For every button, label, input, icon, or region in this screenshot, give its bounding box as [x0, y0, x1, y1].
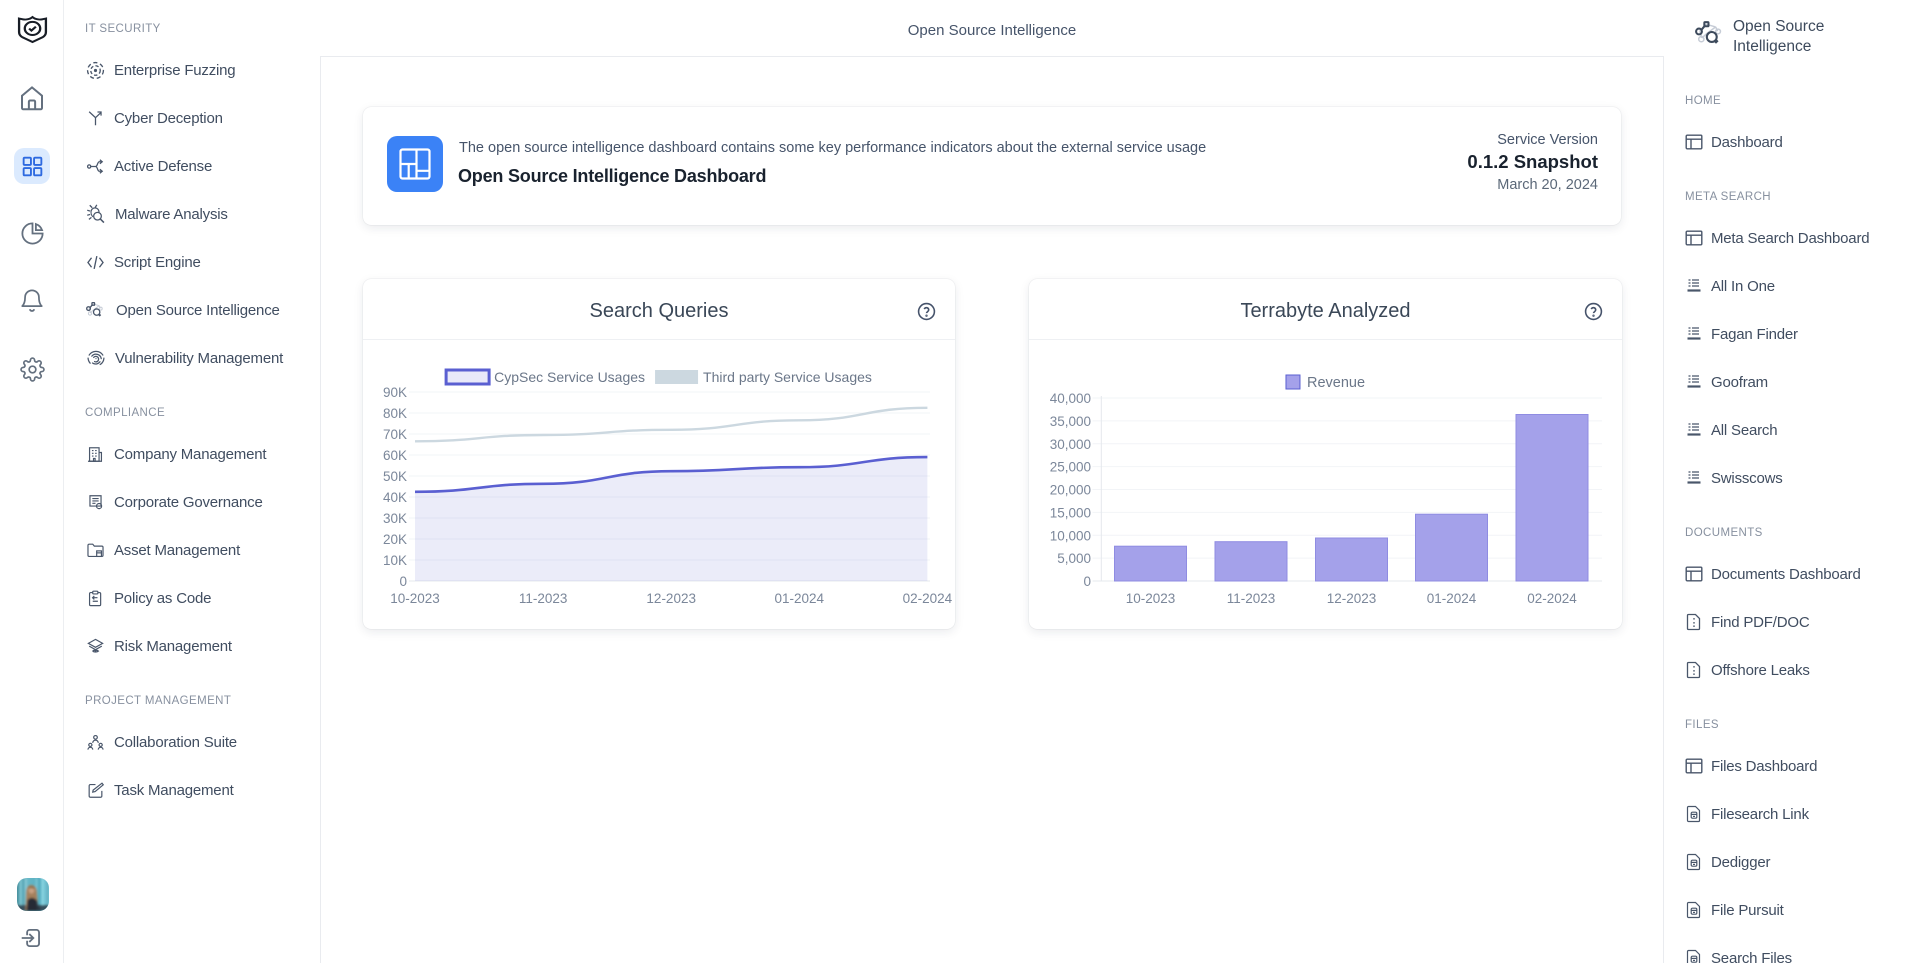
svg-text:20K: 20K — [383, 532, 407, 547]
svg-text:25,000: 25,000 — [1050, 460, 1091, 475]
svg-text:15,000: 15,000 — [1050, 505, 1091, 520]
svg-text:30,000: 30,000 — [1050, 437, 1091, 452]
svg-text:01-2024: 01-2024 — [1427, 591, 1477, 606]
svg-text:01-2024: 01-2024 — [775, 591, 825, 606]
svg-text:90K: 90K — [383, 385, 407, 400]
svg-text:11-2023: 11-2023 — [519, 591, 568, 606]
svg-text:70K: 70K — [383, 427, 407, 442]
svg-text:02-2024: 02-2024 — [903, 591, 953, 606]
svg-text:10K: 10K — [383, 553, 407, 568]
svg-text:40,000: 40,000 — [1050, 391, 1091, 406]
svg-text:11-2023: 11-2023 — [1227, 591, 1276, 606]
svg-text:10-2023: 10-2023 — [1126, 591, 1176, 606]
svg-text:Third party Service Usages: Third party Service Usages — [703, 369, 872, 385]
svg-text:0: 0 — [399, 574, 407, 589]
svg-text:Revenue: Revenue — [1307, 375, 1365, 391]
svg-text:30K: 30K — [383, 511, 407, 526]
svg-text:5,000: 5,000 — [1057, 551, 1091, 566]
svg-text:10,000: 10,000 — [1050, 528, 1091, 543]
svg-text:40K: 40K — [383, 490, 407, 505]
svg-text:12-2023: 12-2023 — [1327, 591, 1377, 606]
svg-text:10-2023: 10-2023 — [390, 591, 440, 606]
svg-text:02-2024: 02-2024 — [1527, 591, 1577, 606]
svg-text:60K: 60K — [383, 448, 407, 463]
svg-text:12-2023: 12-2023 — [646, 591, 696, 606]
svg-text:35,000: 35,000 — [1050, 414, 1091, 429]
svg-text:0: 0 — [1083, 574, 1091, 589]
svg-text:20,000: 20,000 — [1050, 483, 1091, 498]
svg-text:80K: 80K — [383, 406, 407, 421]
svg-text:50K: 50K — [383, 469, 407, 484]
svg-text:CypSec Service Usages: CypSec Service Usages — [494, 369, 645, 385]
